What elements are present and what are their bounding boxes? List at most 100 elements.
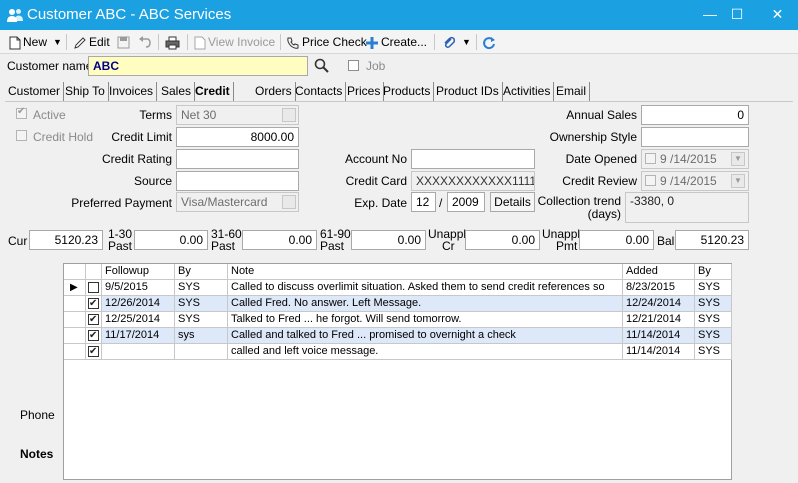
table-row[interactable]: ▶ 9/5/2015 SYS Called to discuss overlimit …: [64, 280, 732, 296]
table-row[interactable]: 12/26/2014SYSCalled Fred. No answer. Lef…: [64, 296, 732, 312]
note-cell[interactable]: Talked to Fred ... he forgot. Will send …: [228, 312, 623, 328]
date-opened-dropdown-button[interactable]: ▼: [731, 152, 745, 166]
create-label: Create...: [381, 35, 428, 49]
added-by-cell[interactable]: SYS: [695, 296, 732, 312]
undo-button[interactable]: [138, 32, 154, 52]
followup-done-checkbox[interactable]: [88, 282, 99, 293]
title-bar: Customer ABC - ABC Services — ☐ ✕: [0, 0, 798, 30]
added-by-cell[interactable]: SYS: [695, 312, 732, 328]
note-column-header[interactable]: Note: [228, 264, 623, 280]
print-button[interactable]: [165, 32, 182, 52]
edit-button[interactable]: Edit: [73, 32, 110, 52]
followup-done-checkbox-cell[interactable]: [86, 328, 102, 344]
added-cell[interactable]: 11/14/2014: [623, 344, 695, 360]
tab-customer[interactable]: Customer: [5, 82, 65, 101]
credit-hold-checkbox[interactable]: [16, 130, 27, 141]
added-by-cell[interactable]: SYS: [695, 280, 732, 296]
by-cell[interactable]: SYS: [175, 280, 228, 296]
create-button[interactable]: Create...: [365, 32, 427, 52]
added-cell[interactable]: 11/14/2014: [623, 328, 695, 344]
save-button[interactable]: [117, 32, 132, 52]
job-checkbox[interactable]: [348, 60, 359, 71]
credit-rating-input[interactable]: [176, 149, 299, 169]
tab-credit[interactable]: Credit: [192, 82, 234, 101]
search-icon[interactable]: [314, 58, 330, 74]
followup-done-checkbox-cell[interactable]: [86, 280, 102, 296]
note-cell[interactable]: called and left voice message.: [228, 344, 623, 360]
note-cell[interactable]: Called Fred. No answer. Left Message.: [228, 296, 623, 312]
followup-done-checkbox[interactable]: [88, 296, 99, 311]
followup-column-header[interactable]: Followup: [102, 264, 175, 280]
tab-product-ids[interactable]: Product IDs: [433, 82, 503, 101]
attachment-button[interactable]: [442, 32, 458, 52]
by-cell[interactable]: SYS: [175, 312, 228, 328]
followup-done-checkbox[interactable]: [88, 328, 99, 343]
followup-done-checkbox-cell[interactable]: [86, 344, 102, 360]
added-by-cell[interactable]: SYS: [695, 344, 732, 360]
attachment-dropdown-arrow[interactable]: ▼: [462, 32, 471, 52]
active-checkbox[interactable]: [16, 106, 27, 119]
account-no-input[interactable]: [411, 149, 535, 169]
source-input[interactable]: [176, 171, 299, 191]
refresh-button[interactable]: [482, 32, 498, 52]
by-cell[interactable]: [175, 344, 228, 360]
close-button[interactable]: ✕: [757, 0, 798, 30]
by-column-header[interactable]: By: [175, 264, 228, 280]
followup-cell[interactable]: 12/25/2014: [102, 312, 175, 328]
credit-review-checkbox[interactable]: [645, 175, 656, 186]
followup-cell[interactable]: 9/5/2015: [102, 280, 175, 296]
tab-products[interactable]: Products: [380, 82, 435, 101]
followup-done-checkbox[interactable]: [88, 344, 99, 359]
credit-limit-input[interactable]: 8000.00: [176, 127, 299, 147]
followup-cell[interactable]: 11/17/2014: [102, 328, 175, 344]
tab-email[interactable]: Email: [553, 82, 591, 101]
side-tab-phone[interactable]: Phone: [20, 408, 55, 422]
tab-contacts[interactable]: Contacts: [292, 82, 347, 101]
preferred-payment-select[interactable]: Visa/Mastercard: [176, 192, 299, 212]
note-cell[interactable]: Called and talked to Fred ... promised t…: [228, 328, 623, 344]
view-invoice-button[interactable]: View Invoice: [194, 32, 275, 52]
details-button[interactable]: Details: [490, 192, 535, 212]
table-row[interactable]: 11/17/2014sysCalled and talked to Fred .…: [64, 328, 732, 344]
annual-sales-input[interactable]: 0: [641, 105, 749, 125]
tab-activities[interactable]: Activities: [500, 82, 555, 101]
added-column-header[interactable]: Added: [623, 264, 695, 280]
by-cell[interactable]: SYS: [175, 296, 228, 312]
followup-done-checkbox[interactable]: [88, 312, 99, 327]
followup-done-checkbox-cell[interactable]: [86, 312, 102, 328]
added-by-column-header[interactable]: By: [695, 264, 732, 280]
added-cell[interactable]: 12/21/2014: [623, 312, 695, 328]
date-opened-checkbox[interactable]: [645, 153, 656, 164]
tab-orders[interactable]: Orders: [252, 82, 296, 101]
tab-prices[interactable]: Prices: [344, 82, 385, 101]
followup-done-checkbox-cell[interactable]: [86, 296, 102, 312]
new-dropdown-arrow[interactable]: ▼: [53, 32, 62, 52]
side-tab-notes[interactable]: Notes: [20, 447, 53, 461]
exp-year-input[interactable]: 2009: [447, 192, 485, 212]
tab-sales[interactable]: Sales: [158, 82, 196, 101]
price-check-button[interactable]: Price Check: [286, 32, 367, 52]
followup-cell[interactable]: 12/26/2014: [102, 296, 175, 312]
ownership-style-input[interactable]: [641, 127, 749, 147]
terms-dropdown-button[interactable]: [282, 108, 296, 122]
followup-cell[interactable]: [102, 344, 175, 360]
maximize-button[interactable]: ☐: [720, 0, 754, 30]
preferred-payment-dropdown-button[interactable]: [282, 195, 296, 209]
notes-grid[interactable]: Followup By Note Added By ▶ 9/5/2015 SYS Ca…: [63, 263, 732, 480]
credit-card-input[interactable]: XXXXXXXXXXXX1111: [411, 171, 535, 191]
added-by-cell[interactable]: SYS: [695, 328, 732, 344]
past-31-60-value: 0.00: [242, 230, 317, 250]
added-cell[interactable]: 8/23/2015: [623, 280, 695, 296]
tab-ship-to[interactable]: Ship To: [62, 82, 109, 101]
by-cell[interactable]: sys: [175, 328, 228, 344]
table-row[interactable]: called and left voice message.11/14/2014…: [64, 344, 732, 360]
exp-month-input[interactable]: 12: [411, 192, 436, 212]
credit-review-dropdown-button[interactable]: ▼: [731, 174, 745, 188]
note-cell[interactable]: Called to discuss overlimit situation. A…: [228, 280, 623, 296]
table-row[interactable]: 12/25/2014SYSTalked to Fred ... he forgo…: [64, 312, 732, 328]
tab-invoices[interactable]: Invoices: [106, 82, 158, 101]
terms-select[interactable]: Net 30: [176, 105, 299, 125]
customer-name-input[interactable]: ABC: [88, 56, 308, 76]
new-button[interactable]: New: [9, 32, 47, 52]
added-cell[interactable]: 12/24/2014: [623, 296, 695, 312]
